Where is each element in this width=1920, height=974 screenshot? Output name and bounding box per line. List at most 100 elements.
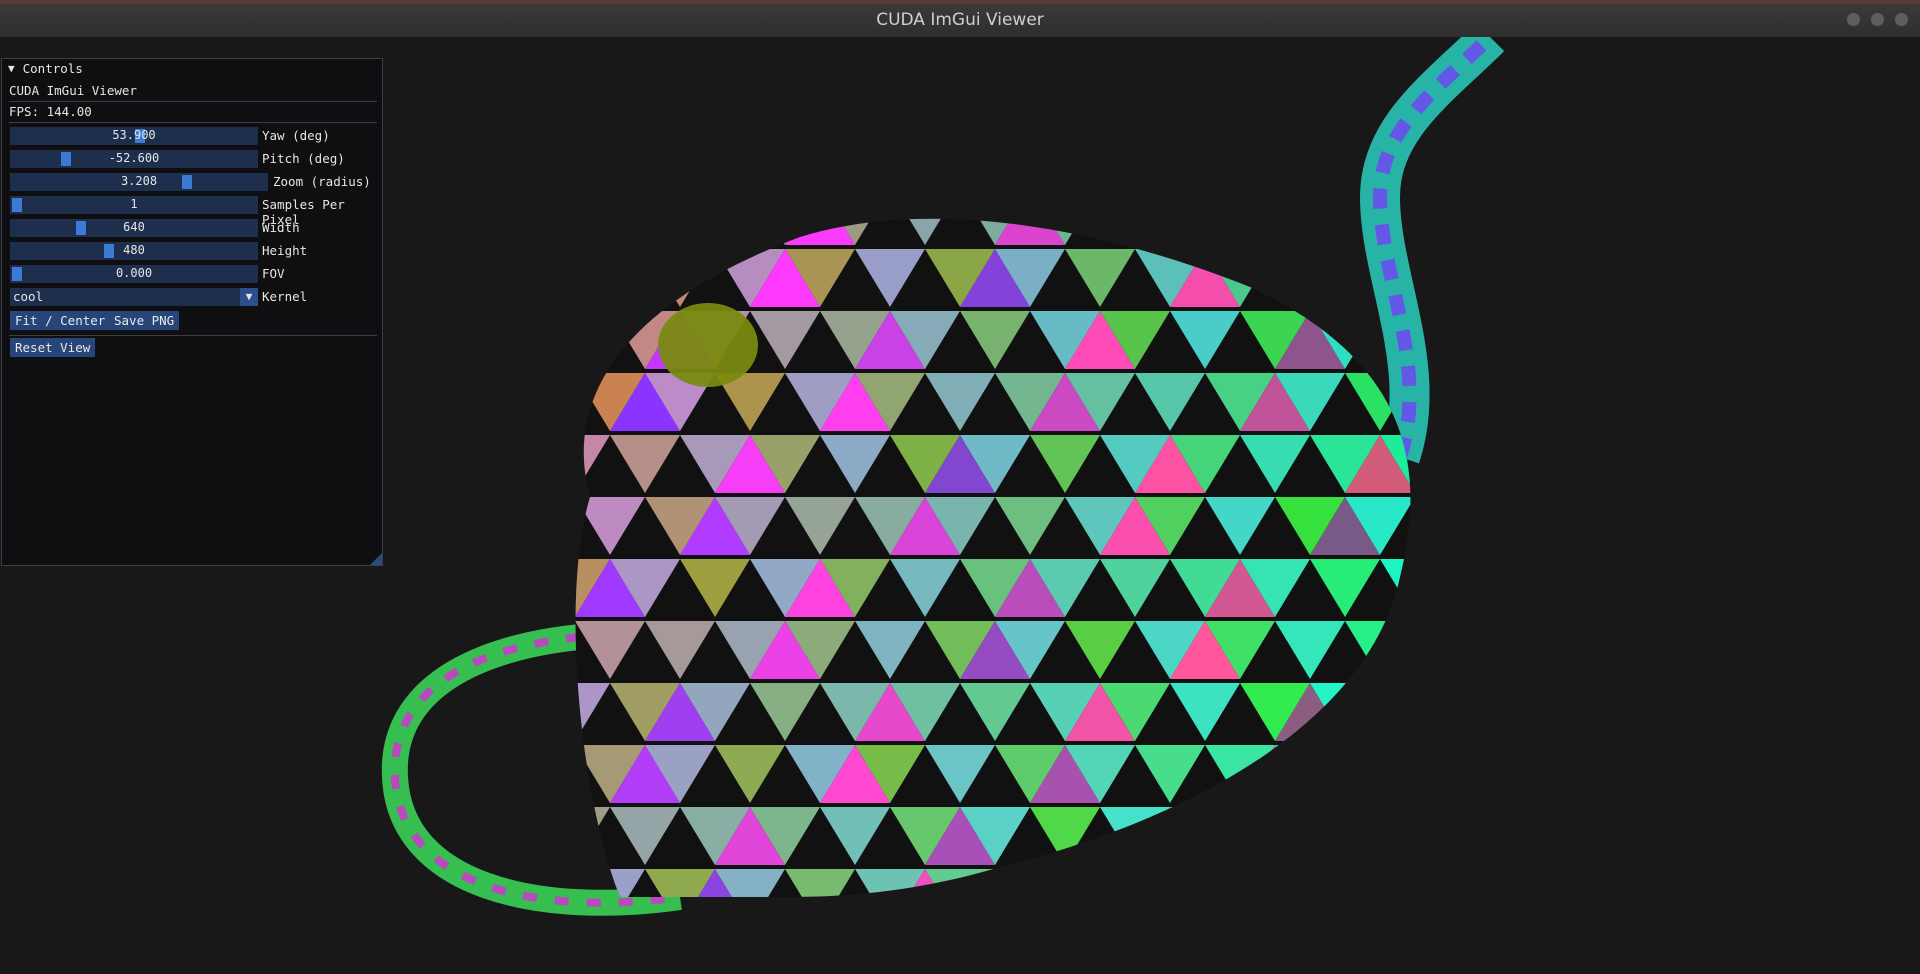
zoom-slider[interactable]: 3.208	[10, 173, 268, 191]
mesh-facet	[1345, 745, 1411, 803]
height-slider[interactable]: 480	[10, 242, 258, 260]
mesh-facet	[1520, 497, 1590, 555]
separator	[9, 122, 377, 123]
chevron-down-icon[interactable]: ▼	[240, 288, 258, 306]
window-controls	[1847, 13, 1908, 26]
mesh-facet	[1415, 869, 1485, 927]
close-button[interactable]	[1895, 13, 1908, 26]
app-name-text: CUDA ImGui Viewer	[9, 83, 137, 98]
mesh-facet	[1485, 683, 1555, 741]
fov-slider[interactable]: 0.000	[10, 265, 258, 283]
controls-header[interactable]: ▼ Controls	[2, 59, 382, 78]
kernel-label: Kernel	[262, 289, 308, 304]
mesh-facet	[1520, 683, 1590, 741]
mesh-facet	[1520, 435, 1590, 493]
mesh-facet	[1555, 497, 1625, 555]
mesh-facet	[1520, 807, 1590, 865]
mesh-facet	[1555, 745, 1625, 803]
mesh-facet	[1450, 435, 1520, 493]
mesh-facet	[1100, 807, 1170, 865]
width-slider[interactable]: 640	[10, 219, 258, 237]
mesh-facet	[1485, 373, 1555, 431]
height-label: Height	[262, 243, 308, 258]
pitch-label: Pitch (deg)	[262, 151, 345, 166]
fov-label: FOV	[262, 266, 285, 281]
mesh-facet	[1415, 745, 1485, 803]
mesh-facet	[1170, 807, 1240, 865]
zoom-label: Zoom (radius)	[273, 174, 371, 189]
mesh-facet	[1450, 745, 1520, 803]
mesh-facet	[1555, 373, 1625, 431]
fit-center-button[interactable]: Fit / Center	[10, 311, 111, 330]
mesh-facet	[1520, 559, 1590, 617]
mesh-facet	[1240, 218, 1310, 245]
mesh-facet	[610, 218, 680, 245]
mesh-facet	[1590, 249, 1660, 307]
mesh-facet	[1555, 621, 1625, 679]
mesh-facet	[1415, 249, 1485, 307]
mesh-facet	[1205, 218, 1275, 245]
mesh-facet	[1555, 249, 1625, 307]
mesh-facet	[785, 869, 855, 897]
mesh-facet	[925, 869, 995, 897]
mesh-facet	[1555, 869, 1625, 927]
mesh-facet	[1555, 435, 1625, 493]
mesh-facet	[1380, 683, 1411, 741]
mesh-facet	[1485, 497, 1555, 555]
controls-header-label: Controls	[22, 61, 83, 76]
mesh-facet	[1275, 745, 1345, 803]
kernel-combo[interactable]: cool ▼	[10, 288, 258, 306]
mesh-facet	[785, 218, 855, 245]
mesh-facet	[1450, 311, 1520, 369]
width-label: Width	[262, 220, 300, 235]
mesh-facet	[1240, 807, 1310, 865]
mesh-facet	[715, 869, 785, 897]
mesh-facet	[1310, 869, 1380, 897]
mesh-facet	[575, 218, 610, 245]
mesh-facet	[1205, 869, 1275, 897]
maximize-button[interactable]	[1871, 13, 1884, 26]
spp-slider[interactable]: 1	[10, 196, 258, 214]
mesh-facet	[1345, 869, 1411, 897]
mesh-facet	[1415, 621, 1485, 679]
mesh-facet	[995, 869, 1065, 897]
mesh-facet	[1485, 869, 1555, 927]
separator	[9, 335, 377, 336]
mesh-facet	[1520, 311, 1590, 369]
mesh-facet	[680, 218, 750, 245]
mesh-facet	[1485, 311, 1555, 369]
mesh-facet	[1590, 621, 1660, 679]
controls-panel: ▼ Controls CUDA ImGui Viewer FPS: 144.00…	[1, 58, 383, 566]
mesh-facet	[1485, 249, 1555, 307]
mesh-facet	[995, 218, 1065, 245]
mesh-facet	[575, 311, 610, 369]
mesh-facet	[1135, 869, 1205, 897]
fps-text: FPS: 144.00	[9, 104, 92, 119]
save-png-button[interactable]: Save PNG	[109, 311, 180, 330]
mesh-facet	[1485, 621, 1555, 679]
mesh-facet	[575, 249, 645, 307]
mesh-facet	[1170, 218, 1240, 245]
collapse-triangle-icon[interactable]: ▼	[8, 62, 15, 75]
resize-grip[interactable]	[370, 553, 382, 565]
reset-view-button[interactable]: Reset View	[10, 338, 96, 357]
mesh-facet	[1450, 559, 1520, 617]
yaw-slider[interactable]: 53.900	[10, 127, 258, 145]
mesh-facet	[1310, 683, 1380, 741]
mesh-facet	[1380, 621, 1411, 679]
mesh-facet	[1450, 373, 1520, 431]
window-title: CUDA ImGui Viewer	[876, 10, 1044, 30]
pitch-slider[interactable]: -52.600	[10, 150, 258, 168]
mesh-facet	[1415, 187, 1485, 245]
mesh-facet	[575, 807, 610, 865]
mesh-facet	[1485, 745, 1555, 803]
mesh-facet	[1450, 683, 1520, 741]
separator	[9, 101, 377, 102]
mesh-facet	[1520, 869, 1590, 927]
mesh-facet	[1450, 187, 1520, 245]
mesh-facet	[1520, 187, 1590, 245]
mesh-facet	[1345, 807, 1411, 865]
minimize-button[interactable]	[1847, 13, 1860, 26]
mesh-facet	[1275, 249, 1345, 307]
yaw-label: Yaw (deg)	[262, 128, 330, 143]
